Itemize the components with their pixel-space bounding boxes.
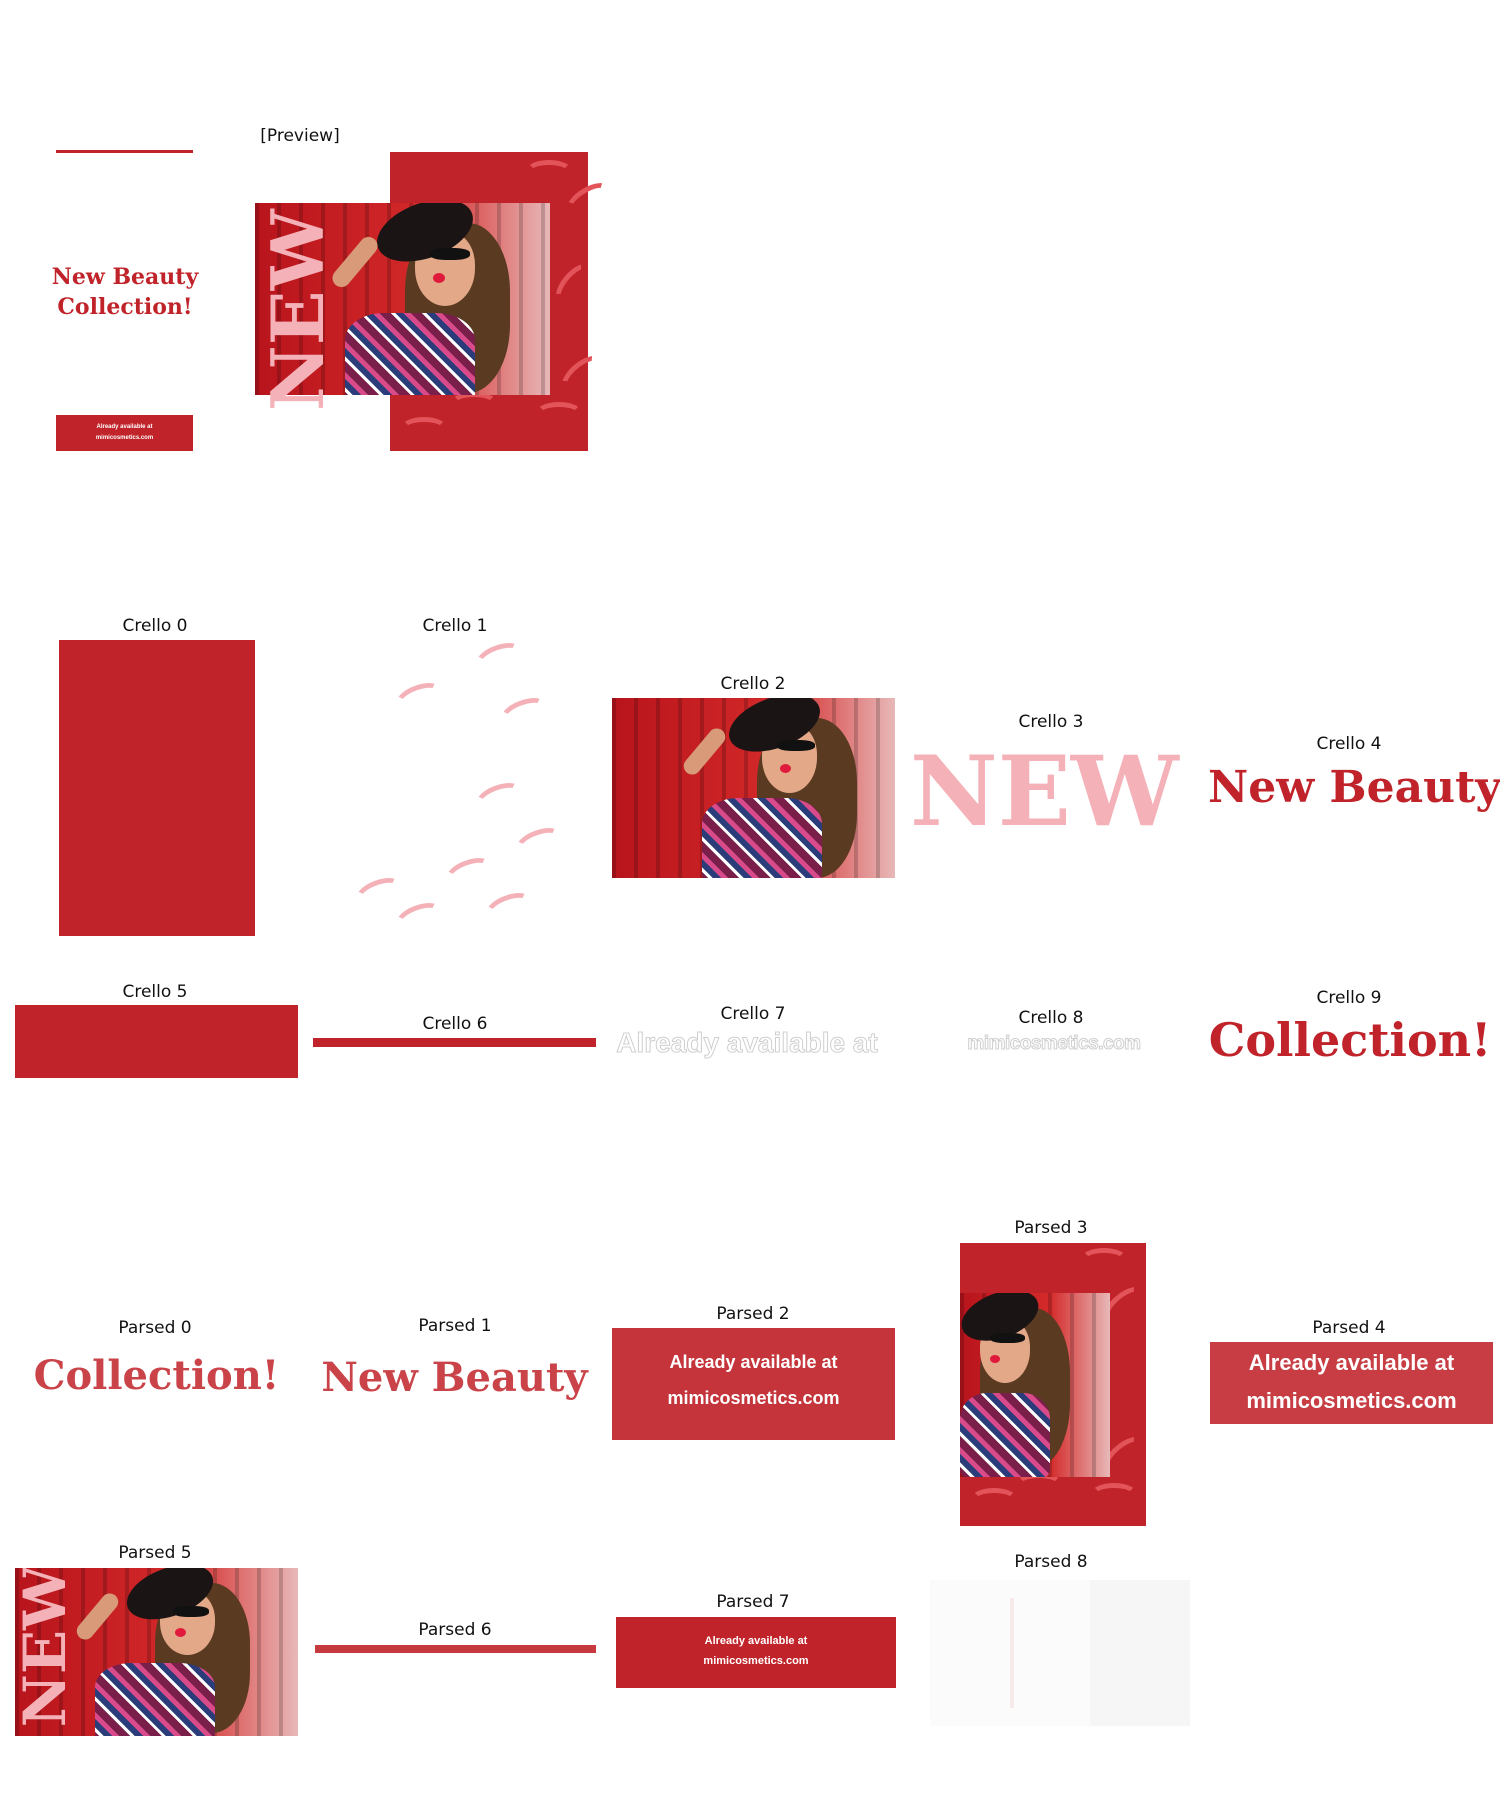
caption-crello-0: Crello 0 (122, 616, 188, 636)
parsed-7-cta-line2: mimicosmetics.com (703, 1655, 809, 1667)
parsed-8-faint-layer (930, 1580, 1190, 1726)
caption-parsed-5: Parsed 5 (118, 1543, 192, 1563)
caption-parsed-3: Parsed 3 (1014, 1218, 1088, 1238)
caption-crello-4: Crello 4 (1316, 734, 1382, 754)
parsed-3-photo (960, 1293, 1110, 1477)
preview-top-rule (56, 150, 193, 153)
parsed-2-cta-line2: mimicosmetics.com (667, 1388, 840, 1408)
crello-8-cta-line2: mimicosmetics.com (967, 1033, 1142, 1055)
caption-crello-7: Crello 7 (720, 1004, 786, 1024)
preview-headline-line2: Collection! (57, 294, 193, 320)
crello-1-squiggles (350, 637, 570, 940)
parsed-2-cta-line1: Already available at (669, 1352, 838, 1372)
parsed-3-card (960, 1243, 1151, 1526)
caption-parsed-2: Parsed 2 (716, 1304, 790, 1324)
preview-cta-line2: mimicosmetics.com (95, 435, 154, 441)
parsed-7-cta-box: Already available at mimicosmetics.com (616, 1617, 896, 1688)
caption-preview: [Preview] (260, 126, 340, 146)
caption-crello-2: Crello 2 (720, 674, 786, 694)
crello-9-headline-line2: Collection! (1208, 1013, 1492, 1067)
crello-4-headline-line1: New Beauty (1208, 762, 1500, 813)
parsed-1-headline: New Beauty (321, 1354, 588, 1401)
parsed-4-cta-line2: mimicosmetics.com (1246, 1388, 1457, 1413)
preview-cta-box: Already available at mimicosmetics.com (56, 415, 193, 451)
parsed-4-cta-box: Already available at mimicosmetics.com (1210, 1342, 1493, 1424)
caption-parsed-8: Parsed 8 (1014, 1552, 1088, 1572)
preview-new-vertical: NEW (255, 209, 340, 411)
parsed-6-rule (315, 1645, 596, 1653)
preview-cta-line1: Already available at (96, 424, 153, 430)
caption-parsed-7: Parsed 7 (716, 1592, 790, 1612)
caption-crello-9: Crello 9 (1316, 988, 1382, 1008)
parsed-2-cta-box: Already available at mimicosmetics.com (612, 1328, 895, 1440)
crello-6-rule (313, 1038, 596, 1047)
parsed-5-new-vertical: NEW (15, 1568, 79, 1728)
parsed-4-cta-line1: Already available at (1248, 1350, 1455, 1375)
caption-parsed-0: Parsed 0 (118, 1318, 192, 1338)
crello-2-photo (612, 698, 895, 878)
caption-crello-6: Crello 6 (422, 1014, 488, 1034)
preview-headline-line1: New Beauty (51, 264, 199, 290)
crello-0-background (59, 640, 255, 936)
caption-crello-5: Crello 5 (122, 982, 188, 1002)
parsed-7-cta-line1: Already available at (704, 1635, 808, 1647)
crello-5-cta-box (15, 1005, 298, 1078)
parsed-5-photo: NEW (15, 1568, 298, 1736)
caption-crello-8: Crello 8 (1018, 1008, 1084, 1028)
parsed-0-headline: Collection! (33, 1352, 280, 1399)
preview-headline: New Beauty Collection! (50, 262, 200, 322)
caption-parsed-1: Parsed 1 (418, 1316, 492, 1336)
crello-7-cta-line1: Already available at (616, 1027, 878, 1059)
preview-design: New Beauty Collection! Already available… (50, 150, 616, 451)
crello-3-new-text: NEW (910, 735, 1179, 848)
caption-crello-3: Crello 3 (1018, 712, 1084, 732)
caption-crello-1: Crello 1 (422, 616, 488, 636)
caption-parsed-6: Parsed 6 (418, 1620, 492, 1640)
caption-parsed-4: Parsed 4 (1312, 1318, 1386, 1338)
